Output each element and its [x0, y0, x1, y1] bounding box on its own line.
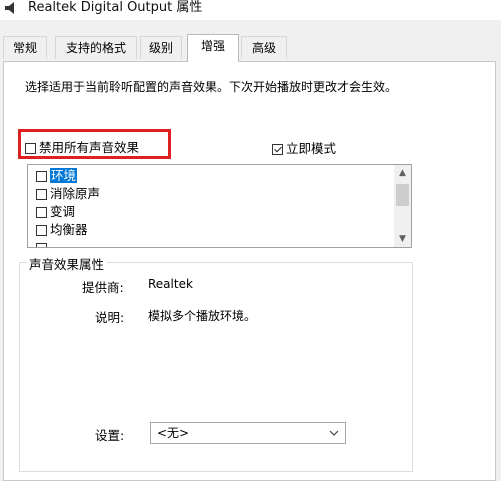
effect-checkbox[interactable]: [36, 171, 47, 182]
description-value: 模拟多个播放环境。: [148, 309, 257, 323]
tab-bar: 常规 支持的格式 级别 增强 高级: [0, 34, 501, 62]
settings-dropdown[interactable]: <无>: [150, 422, 346, 444]
effect-checkbox[interactable]: [36, 189, 47, 200]
list-item[interactable]: 变调: [36, 203, 75, 221]
effect-label: 环境: [50, 168, 78, 183]
provider-value: Realtek: [148, 277, 193, 291]
enhancements-panel: 选择适用于当前聆听配置的声音效果。下次开始播放时更改才会生效。 禁用所有声音效果…: [3, 61, 496, 481]
scroll-up-arrow-icon[interactable]: ▲: [394, 165, 411, 181]
list-item-partial[interactable]: [36, 239, 50, 247]
settings-selected-value: <无>: [157, 426, 190, 440]
list-scrollbar[interactable]: ▲ ▼: [394, 165, 411, 247]
tab-advanced[interactable]: 高级: [241, 36, 287, 59]
list-item[interactable]: 均衡器: [36, 221, 88, 239]
tab-supported-formats[interactable]: 支持的格式: [55, 36, 137, 59]
effect-properties-title: 声音效果属性: [26, 254, 108, 273]
tab-general[interactable]: 常规: [3, 36, 47, 59]
list-item[interactable]: 消除原声: [36, 185, 100, 203]
checkbox-box-checked[interactable]: [272, 144, 283, 155]
title-bar: Realtek Digital Output 属性: [0, 0, 501, 20]
effect-label: 变调: [50, 204, 76, 219]
window-title: Realtek Digital Output 属性: [28, 0, 203, 15]
scroll-thumb[interactable]: [396, 184, 409, 206]
immediate-mode-checkbox[interactable]: 立即模式: [272, 138, 336, 157]
effect-checkbox[interactable]: [36, 225, 47, 236]
immediate-mode-label: 立即模式: [286, 141, 337, 156]
effect-label: 均衡器: [50, 222, 88, 237]
description-label: 说明:: [95, 310, 125, 325]
disable-all-label: 禁用所有声音效果: [39, 140, 140, 155]
tab-enhancements[interactable]: 增强: [187, 34, 239, 62]
settings-label: 设置:: [95, 428, 125, 443]
effect-checkbox[interactable]: [36, 207, 47, 218]
disable-all-effects-checkbox[interactable]: 禁用所有声音效果: [25, 137, 139, 156]
chevron-down-icon: [329, 430, 339, 436]
scroll-down-arrow-icon[interactable]: ▼: [394, 231, 411, 247]
effects-list[interactable]: 环境 消除原声 变调 均衡器 ▲ ▼: [27, 164, 412, 248]
enhancements-description: 选择适用于当前聆听配置的声音效果。下次开始播放时更改才会生效。: [25, 80, 398, 94]
effect-label: 消除原声: [50, 186, 101, 201]
checkbox-box[interactable]: [25, 143, 36, 154]
tab-levels[interactable]: 级别: [140, 36, 182, 59]
provider-label: 提供商:: [82, 280, 124, 295]
effect-checkbox[interactable]: [36, 243, 47, 247]
list-item[interactable]: 环境: [36, 167, 78, 185]
speaker-icon: [5, 2, 14, 14]
